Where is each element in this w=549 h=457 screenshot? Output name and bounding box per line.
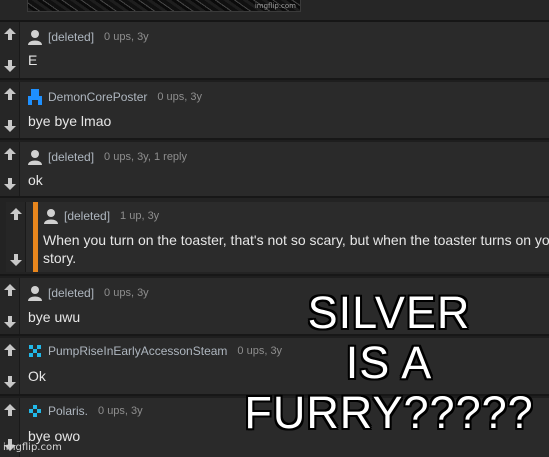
username-link[interactable]: Polaris.	[48, 404, 88, 418]
comment: [deleted] 0 ups, 3y, 1 reply ok	[0, 142, 549, 198]
attached-meme-image[interactable]: imgflip.com	[27, 0, 301, 12]
comment-header: [deleted] 0 ups, 3y	[26, 28, 149, 46]
downvote-arrow-icon[interactable]	[0, 172, 20, 196]
downvote-arrow-icon[interactable]	[0, 310, 20, 334]
comment: [deleted] 0 ups, 3y bye uwu	[0, 278, 549, 336]
comment-stats: 0 ups, 3y	[104, 31, 149, 43]
comment: Polaris. 0 ups, 3y bye owo	[0, 398, 549, 457]
comment: [deleted] 0 ups, 3y E	[0, 22, 549, 80]
blue-pixel-diamond-icon	[26, 402, 44, 420]
upvote-arrow-icon[interactable]	[0, 338, 20, 362]
downvote-arrow-icon[interactable]	[0, 370, 20, 394]
upvote-arrow-icon[interactable]	[0, 82, 20, 106]
person-silhouette-icon	[26, 28, 44, 46]
comment-header: [deleted] 0 ups, 3y	[26, 284, 149, 302]
person-silhouette-icon	[26, 284, 44, 302]
upvote-arrow-icon[interactable]	[0, 22, 20, 46]
comment-text-continued: story.	[43, 250, 77, 266]
upvote-arrow-icon[interactable]	[0, 398, 20, 422]
blue-pixel-x-icon	[26, 342, 44, 360]
username-link[interactable]: [deleted]	[48, 30, 94, 44]
comment-header: [deleted] 0 ups, 3y, 1 reply	[26, 148, 187, 166]
comment-stats: 1 up, 3y	[120, 210, 160, 222]
comment-stats: 0 ups, 3y	[104, 287, 149, 299]
comment-stats: 0 ups, 3y, 1 reply	[104, 151, 187, 163]
imgflip-watermark: imgflip.com	[3, 442, 62, 453]
person-silhouette-icon	[26, 148, 44, 166]
username-link[interactable]: [deleted]	[64, 209, 110, 223]
downvote-arrow-icon[interactable]	[0, 114, 20, 138]
person-silhouette-icon	[42, 207, 60, 225]
vote-column	[0, 22, 20, 78]
comment-header: PumpRiseInEarlyAccessonSteam 0 ups, 3y	[26, 342, 282, 360]
comment-text: When you turn on the toaster, that's not…	[43, 232, 549, 248]
username-link[interactable]: PumpRiseInEarlyAccessonSteam	[48, 344, 227, 358]
comment-text: E	[28, 52, 38, 68]
comment-header: [deleted] 1 up, 3y	[42, 207, 159, 225]
blue-pixel-figure-icon	[26, 88, 44, 106]
comment-text: ok	[28, 172, 43, 188]
upvote-arrow-icon[interactable]	[6, 202, 26, 226]
username-link[interactable]: [deleted]	[48, 286, 94, 300]
comment: PumpRiseInEarlyAccessonSteam 0 ups, 3y O…	[0, 338, 549, 396]
username-link[interactable]: DemonCorePoster	[48, 90, 147, 104]
comment-stats: 0 ups, 3y	[237, 345, 283, 357]
downvote-arrow-icon[interactable]	[6, 248, 26, 272]
vote-column	[6, 202, 26, 272]
upvote-arrow-icon[interactable]	[0, 278, 20, 302]
image-watermark: imgflip.com	[254, 2, 296, 10]
vote-column	[0, 82, 20, 138]
comment-text: bye bye lmao	[28, 113, 112, 129]
username-link[interactable]: [deleted]	[48, 150, 94, 164]
comment-stats: 0 ups, 3y	[98, 405, 143, 417]
comment-header: DemonCorePoster 0 ups, 3y	[26, 88, 202, 106]
downvote-arrow-icon[interactable]	[0, 54, 20, 78]
upvote-arrow-icon[interactable]	[0, 142, 20, 166]
comment-header: Polaris. 0 ups, 3y	[26, 402, 143, 420]
vote-column	[0, 142, 20, 196]
vote-column	[0, 338, 20, 394]
comments-page: imgflip.com [deleted] 0 ups, 3y E DemonC…	[0, 0, 549, 457]
previous-comment-strip: imgflip.com	[0, 0, 549, 20]
comment: DemonCorePoster 0 ups, 3y bye bye lmao	[0, 82, 549, 140]
vote-column	[0, 278, 20, 334]
reply-comment: [deleted] 1 up, 3y When you turn on the …	[0, 198, 549, 276]
comment-stats: 0 ups, 3y	[157, 91, 203, 103]
comment-text: bye uwu	[28, 309, 81, 325]
reply-accent-bar	[33, 202, 38, 272]
comment-text: Ok	[28, 368, 46, 384]
